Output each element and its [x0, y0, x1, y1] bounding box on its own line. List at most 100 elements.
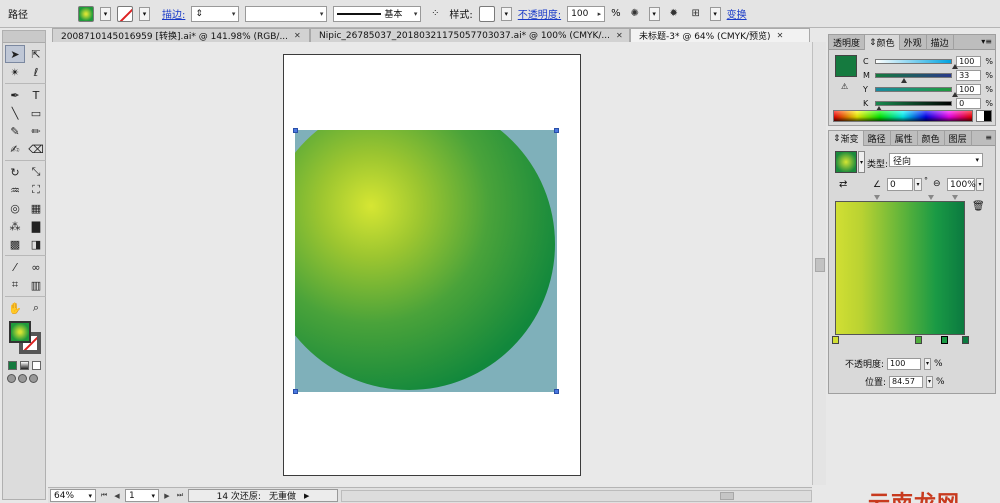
- draw-behind-button[interactable]: [18, 374, 27, 383]
- rotate-tool[interactable]: ↻: [5, 163, 25, 181]
- zoom-select[interactable]: 64% ▾: [50, 489, 96, 502]
- slider-thumb[interactable]: [900, 77, 907, 83]
- delete-stop-icon[interactable]: 🗑: [972, 201, 985, 212]
- gradient-presets-dropdown-icon[interactable]: ▾: [858, 151, 865, 173]
- fill-dropdown-icon[interactable]: ▾: [100, 6, 111, 21]
- pen-tool[interactable]: ✒: [5, 86, 25, 104]
- paintbrush-tool[interactable]: ✎: [5, 122, 25, 140]
- stop-location-input[interactable]: 84.57: [889, 375, 924, 388]
- chart-tool[interactable]: ▥: [26, 276, 46, 294]
- stop-opacity-dropdown-icon[interactable]: ▾: [924, 357, 932, 370]
- channel-input[interactable]: 100: [956, 55, 982, 67]
- vertical-scrollbar[interactable]: [812, 42, 826, 485]
- direct-selection-tool[interactable]: ⇱: [26, 45, 46, 63]
- gradient-thumbnail[interactable]: [835, 151, 857, 173]
- channel-slider[interactable]: [874, 72, 953, 83]
- opacity-link[interactable]: 不透明度:: [518, 6, 561, 21]
- gradient-tool[interactable]: ◨: [26, 235, 46, 253]
- fill-color-box[interactable]: [9, 321, 31, 343]
- tab-path[interactable]: 路径: [864, 131, 891, 146]
- gradient-artwork[interactable]: [295, 130, 557, 392]
- artboard-number-select[interactable]: 1 ▾: [125, 489, 159, 502]
- stroke-dropdown-icon[interactable]: ▾: [139, 6, 150, 21]
- brush-options-icon[interactable]: ⁘: [427, 6, 443, 22]
- tab-transparency[interactable]: 透明度: [829, 35, 866, 50]
- angle-input[interactable]: 0: [887, 178, 913, 191]
- recolor-dropdown-icon[interactable]: ▾: [648, 6, 660, 21]
- style-dropdown-icon[interactable]: ▾: [500, 6, 512, 21]
- tab-gradient[interactable]: ⇕ 渐变: [829, 131, 864, 146]
- tab-document-1[interactable]: 2008710145016959 [转换].ai* @ 141.98% (RGB…: [52, 28, 310, 42]
- close-icon[interactable]: ✕: [294, 31, 301, 40]
- out-of-web-color-icon[interactable]: ⚠: [841, 82, 848, 91]
- align-to-icon[interactable]: ⊞: [688, 6, 704, 22]
- channel-input[interactable]: 0: [956, 97, 982, 109]
- close-icon[interactable]: ✕: [777, 31, 784, 40]
- channel-slider[interactable]: [874, 58, 958, 69]
- gradient-midpoint[interactable]: [873, 195, 880, 200]
- tab-color-2[interactable]: 颜色: [918, 131, 945, 146]
- stroke-link[interactable]: 描边:: [162, 6, 185, 21]
- zoom-tool[interactable]: ⌕: [26, 299, 46, 317]
- brush-definition-select[interactable]: 基本 ▾: [333, 5, 422, 22]
- aspect-ratio-input[interactable]: 100%: [947, 178, 976, 191]
- gradient-stop[interactable]: [832, 336, 839, 344]
- perspective-grid-tool[interactable]: ▦: [26, 199, 46, 217]
- slider-thumb[interactable]: [951, 91, 958, 97]
- draw-inside-button[interactable]: [29, 374, 38, 383]
- prev-artboard-icon[interactable]: ◀: [112, 490, 122, 502]
- gradient-stop[interactable]: [915, 336, 923, 344]
- stop-opacity-input[interactable]: 100: [887, 357, 922, 370]
- channel-input[interactable]: 100: [956, 83, 982, 95]
- stroke-weight-select[interactable]: ⇕ ▾: [191, 5, 240, 22]
- blob-brush-tool[interactable]: ✍: [5, 140, 25, 158]
- gradient-type-select[interactable]: 径向 ▾: [889, 153, 983, 167]
- selection-tool[interactable]: ➤: [5, 45, 25, 63]
- tab-stroke[interactable]: 描边: [927, 35, 954, 50]
- selection-handle-bottom-left[interactable]: [293, 389, 298, 394]
- angle-dropdown-icon[interactable]: ▾: [914, 178, 922, 191]
- tab-attributes[interactable]: 属性: [891, 131, 918, 146]
- toolbox-grip[interactable]: [3, 31, 45, 43]
- opacity-input[interactable]: 100 ▸: [567, 5, 606, 22]
- line-tool[interactable]: ╲: [5, 104, 25, 122]
- tab-document-2[interactable]: Nipic_26785037_20180321175057703037.ai* …: [310, 28, 630, 42]
- color-spectrum[interactable]: [833, 110, 973, 122]
- warp-tool[interactable]: ♒: [5, 181, 25, 199]
- last-artboard-icon[interactable]: ⏭: [175, 490, 185, 502]
- stroke-swatch[interactable]: [117, 5, 133, 22]
- column-graph-tool[interactable]: ▇: [26, 217, 46, 235]
- stop-location-dropdown-icon[interactable]: ▾: [926, 375, 934, 388]
- panel-menu-icon[interactable]: ≡: [985, 133, 992, 142]
- magic-wand-tool[interactable]: ✴: [5, 63, 25, 81]
- gradient-stop[interactable]: [962, 336, 969, 344]
- free-transform-tool[interactable]: ⛶: [26, 181, 46, 199]
- gradient-mode-button[interactable]: [20, 361, 29, 370]
- rectangle-tool[interactable]: ▭: [26, 104, 46, 122]
- blend-tool[interactable]: ∞: [26, 258, 46, 276]
- mesh-tool[interactable]: ▩: [5, 235, 25, 253]
- selection-handle-bottom-right[interactable]: [554, 389, 559, 394]
- lasso-tool[interactable]: ℓ: [26, 63, 46, 81]
- selection-handle-top-right[interactable]: [554, 128, 559, 133]
- first-artboard-icon[interactable]: ⏮: [99, 490, 109, 502]
- tab-appearance[interactable]: 外观: [900, 35, 927, 50]
- align-dropdown-icon[interactable]: ▾: [709, 6, 721, 21]
- reverse-gradient-icon[interactable]: ⇄: [839, 179, 847, 190]
- slider-thumb[interactable]: [951, 63, 958, 69]
- channel-slider[interactable]: [874, 86, 958, 97]
- none-mode-button[interactable]: [32, 361, 41, 370]
- undo-status[interactable]: 14 次还原: 无重做 ▶: [188, 489, 338, 502]
- slice-tool[interactable]: ⌗: [5, 276, 25, 294]
- recolor-wheel-icon[interactable]: ✹: [666, 6, 682, 22]
- tab-layers[interactable]: 图层: [945, 131, 972, 146]
- gradient-stop[interactable]: [941, 336, 949, 344]
- panel-menu-icon[interactable]: ▾≡: [981, 37, 992, 46]
- aspect-dropdown-icon[interactable]: ▾: [976, 178, 984, 191]
- horizontal-scrollbar[interactable]: [341, 489, 812, 502]
- fill-swatch[interactable]: [78, 5, 94, 22]
- gradient-preview[interactable]: [835, 201, 965, 335]
- color-mode-button[interactable]: [8, 361, 17, 370]
- current-color-swatch[interactable]: [835, 55, 857, 77]
- tab-color[interactable]: ⇕ 颜色: [865, 35, 900, 50]
